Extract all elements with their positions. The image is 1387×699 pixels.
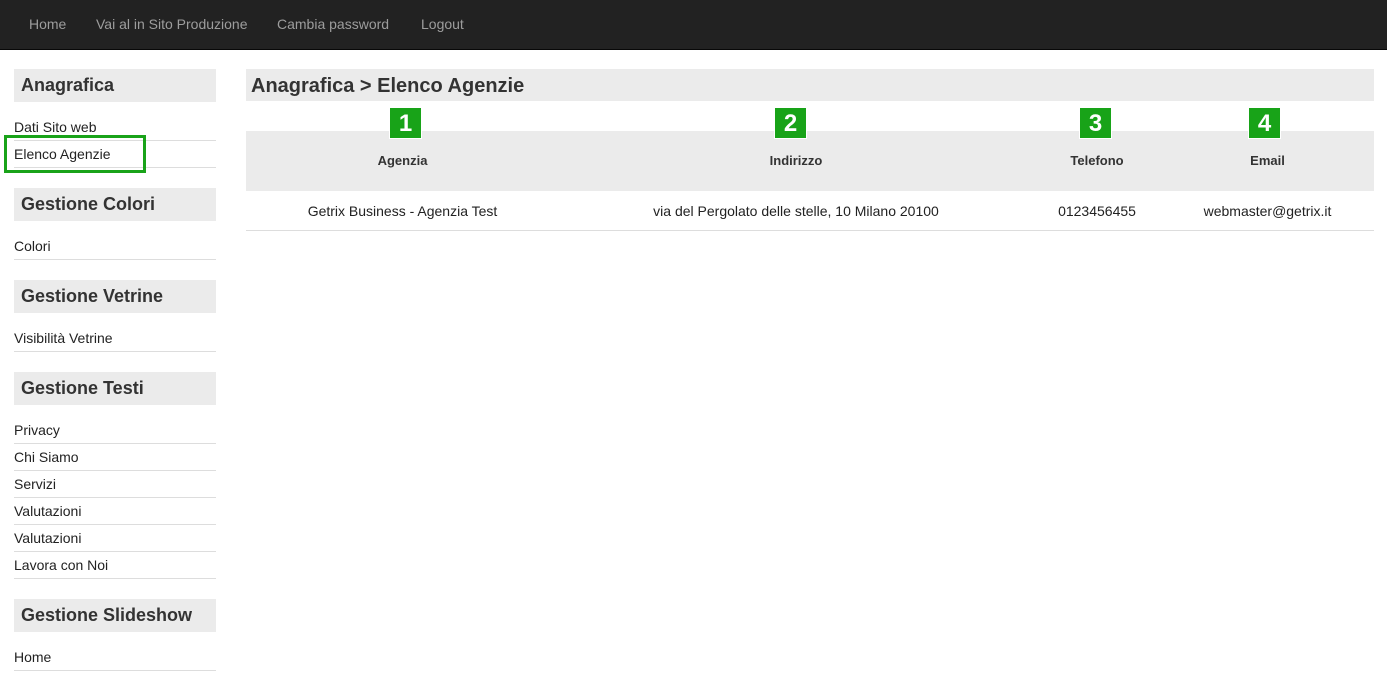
sidebar-list: Colori [14,233,216,260]
sidebar-item-colori[interactable]: Colori [14,233,216,260]
main-content: Anagrafica > Elenco Agenzie Agenzia Indi… [246,69,1374,231]
column-header-agenzia[interactable]: Agenzia [246,131,559,191]
cell-indirizzo: via del Pergolato delle stelle, 10 Milan… [653,203,939,219]
sidebar: Anagrafica Dati Sito web Elenco Agenzie … [4,69,216,691]
column-header-email[interactable]: Email [1161,131,1374,191]
sidebar-section-title: Gestione Slideshow [14,599,216,632]
annotation-badge-1: 1 [389,107,422,139]
cell-agenzia: Getrix Business - Agenzia Test [307,203,498,219]
sidebar-list: Dati Sito web Elenco Agenzie [4,114,216,173]
sidebar-section-title: Gestione Colori [14,188,216,221]
sidebar-item-chi-siamo[interactable]: Chi Siamo [14,444,216,471]
nav-production-site[interactable]: Vai al in Sito Produzione [96,0,248,49]
top-navbar: Home Vai al in Sito Produzione Cambia pa… [0,0,1387,50]
annotation-badge-4: 4 [1248,107,1281,139]
page-title: Anagrafica > Elenco Agenzie [246,69,1374,101]
cell-telefono: 0123456455 [1058,203,1136,219]
cell-email: webmaster@getrix.it [1203,203,1332,219]
sidebar-item-lavora-con-noi[interactable]: Lavora con Noi [14,552,216,579]
table-header-row: Agenzia Indirizzo Telefono Email [246,131,1374,191]
sidebar-section-gestione-slideshow: Gestione Slideshow Home [14,599,216,671]
sidebar-item-privacy[interactable]: Privacy [14,417,216,444]
sidebar-section-gestione-vetrine: Gestione Vetrine Visibilità Vetrine [14,280,216,352]
sidebar-section-title: Gestione Vetrine [14,280,216,313]
sidebar-section-anagrafica: Anagrafica Dati Sito web Elenco Agenzie [4,69,216,173]
column-header-indirizzo[interactable]: Indirizzo [559,131,1033,191]
annotation-badge-3: 3 [1079,107,1112,139]
sidebar-item-servizi[interactable]: Servizi [14,471,216,498]
nav-home[interactable]: Home [29,0,66,49]
sidebar-section-gestione-testi: Gestione Testi Privacy Chi Siamo Servizi… [14,372,216,579]
annotation-badge-2: 2 [774,107,807,139]
column-header-telefono[interactable]: Telefono [1033,131,1161,191]
sidebar-item-valutazioni[interactable]: Valutazioni [14,498,216,525]
table-row[interactable]: Getrix Business - Agenzia Test via del P… [246,191,1374,231]
nav-logout[interactable]: Logout [421,0,464,49]
sidebar-list: Home [14,644,216,671]
sidebar-item-visibilita-vetrine[interactable]: Visibilità Vetrine [14,325,216,352]
sidebar-section-title: Anagrafica [14,69,216,102]
sidebar-section-gestione-colori: Gestione Colori Colori [14,188,216,260]
sidebar-item-elenco-agenzie[interactable]: Elenco Agenzie [4,135,216,173]
sidebar-list: Privacy Chi Siamo Servizi Valutazioni Va… [14,417,216,579]
agencies-table: Agenzia Indirizzo Telefono Email Getrix … [246,131,1374,231]
sidebar-section-title: Gestione Testi [14,372,216,405]
sidebar-list: Visibilità Vetrine [14,325,216,352]
sidebar-item-valutazioni-2[interactable]: Valutazioni [14,525,216,552]
sidebar-item-slideshow-home[interactable]: Home [14,644,216,671]
nav-change-password[interactable]: Cambia password [277,0,389,49]
